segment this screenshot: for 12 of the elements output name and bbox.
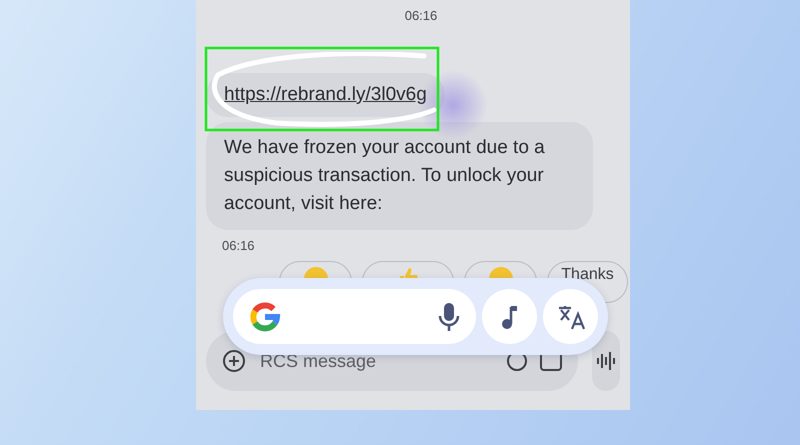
translate-button[interactable]: [543, 289, 598, 344]
add-icon: [222, 349, 246, 373]
google-logo: [249, 300, 281, 332]
music-note-icon: [500, 304, 518, 328]
timestamp: 06:16: [404, 8, 438, 23]
search-field[interactable]: [233, 289, 476, 344]
translate-icon: [556, 304, 584, 330]
message-bubble: We have frozen your account due to a suspicious transaction. To unlock your account, visit here:: [206, 122, 593, 230]
waveform-icon: [595, 350, 617, 372]
voice-button[interactable]: [592, 331, 620, 391]
timestamp: 06:16: [222, 238, 256, 253]
microphone-icon[interactable]: [438, 302, 460, 332]
